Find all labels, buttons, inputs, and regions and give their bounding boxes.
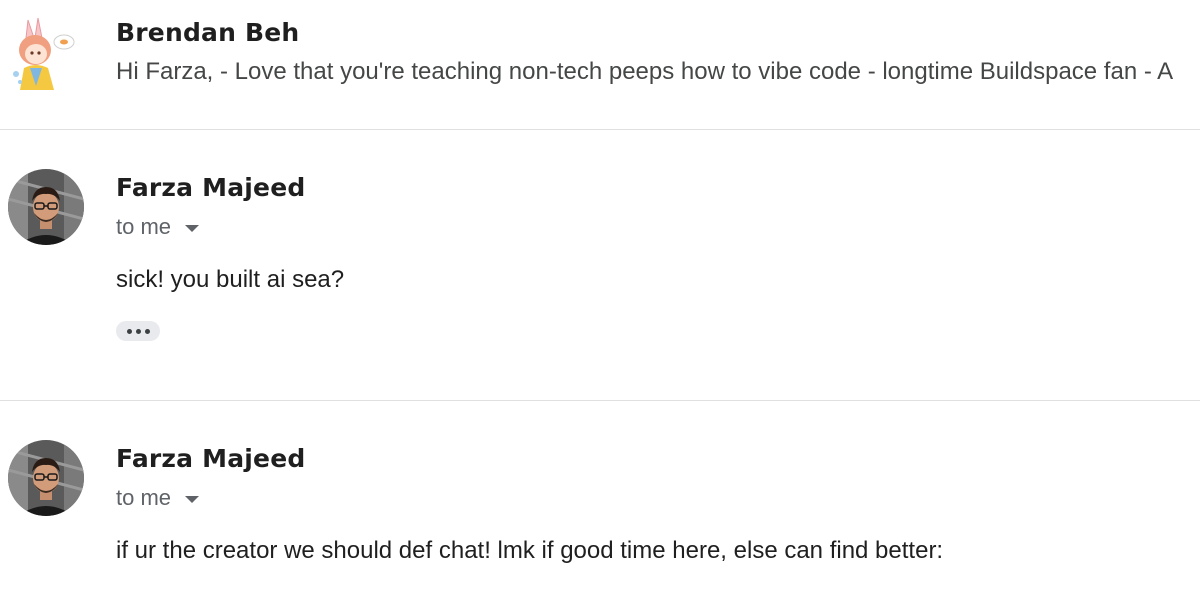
anime-character-avatar-icon: [6, 16, 78, 92]
message-body: if ur the creator we should def chat! lm…: [116, 537, 944, 564]
recipient-label: to me: [116, 485, 172, 510]
message-body: sick! you built ai sea?: [116, 266, 345, 293]
sender-name: Farza Majeed: [116, 444, 306, 473]
person-photo-avatar-icon: [8, 440, 84, 516]
caret-down-icon: [185, 495, 200, 503]
message-expanded-farza-1: Farza Majeed to me sick! you built ai se…: [0, 130, 1200, 400]
person-photo-avatar-icon: [8, 169, 84, 245]
sender-avatar: [6, 16, 78, 92]
message-collapsed-brendan[interactable]: Brendan Beh Hi Farza, - Love that you're…: [0, 0, 1200, 129]
caret-down-icon: [185, 224, 200, 232]
show-trimmed-content-button[interactable]: [116, 321, 160, 341]
sender-avatar: [8, 169, 84, 245]
message-snippet: Hi Farza, - Love that you're teaching no…: [116, 58, 1174, 85]
recipient-details-toggle[interactable]: to me: [116, 214, 200, 240]
sender-name: Brendan Beh: [116, 18, 300, 47]
message-expanded-farza-2: Farza Majeed to me if ur the creator we …: [0, 401, 1200, 597]
recipient-details-toggle[interactable]: to me: [116, 485, 200, 511]
recipient-label: to me: [116, 214, 172, 239]
sender-name: Farza Majeed: [116, 173, 306, 202]
sender-avatar: [8, 440, 84, 516]
ellipsis-icon: [126, 328, 132, 334]
